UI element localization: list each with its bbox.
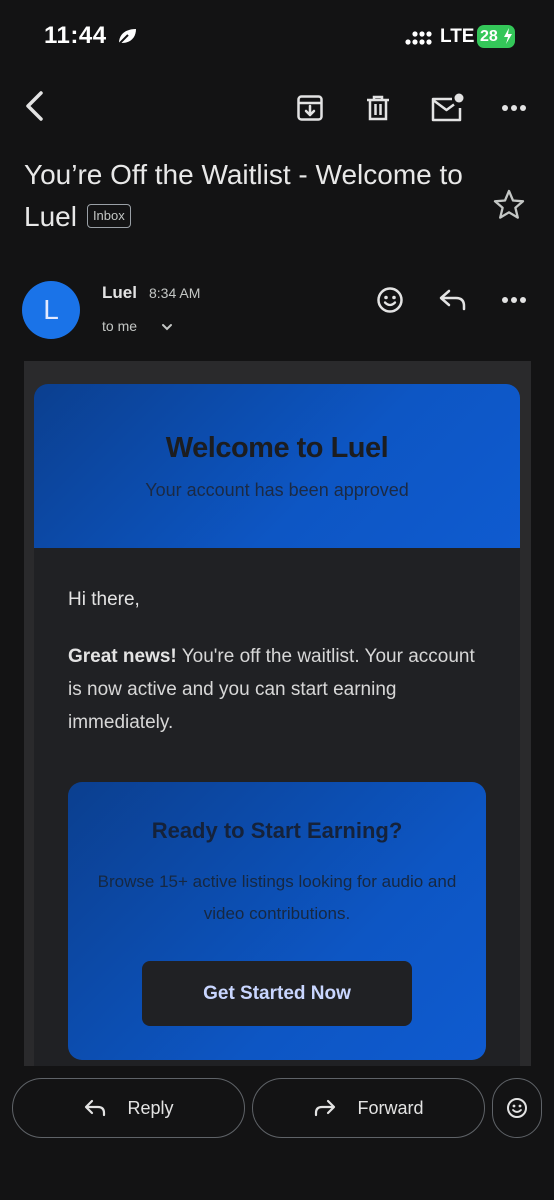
cellular-signal-icon	[405, 31, 432, 45]
back-button[interactable]	[16, 88, 52, 124]
forward-arrow-icon	[315, 1099, 336, 1117]
inbox-label-badge[interactable]: Inbox	[86, 203, 131, 228]
cta-description: Browse 15+ active listings looking for a…	[97, 872, 457, 923]
greeting-text: Hi there,	[68, 589, 140, 610]
message-more-button[interactable]	[494, 280, 534, 320]
back-arrow-icon	[26, 91, 43, 121]
sender-name: Luel	[102, 283, 137, 302]
email-time: 8:34 AM	[149, 285, 201, 301]
more-horizontal-icon	[502, 105, 526, 111]
reply-pill-button[interactable]: Reply	[12, 1078, 245, 1138]
star-icon	[493, 189, 525, 219]
email-hero-banner: Welcome to Luel Your account has been ap…	[34, 384, 520, 548]
smiley-icon	[377, 287, 403, 313]
reply-arrow-icon	[85, 1099, 106, 1117]
leaf-icon	[117, 29, 136, 46]
mark-unread-button[interactable]	[426, 88, 468, 128]
reply-label: Reply	[127, 1097, 174, 1118]
more-options-button[interactable]	[494, 88, 534, 128]
chevron-down-icon[interactable]	[158, 318, 176, 336]
reply-arrow-icon	[439, 289, 466, 311]
battery-indicator: 28	[477, 25, 515, 48]
email-subject: You’re Off the Waitlist - Welcome to Lue…	[24, 154, 474, 238]
cta-panel: Ready to Start Earning? Browse 15+ activ…	[68, 782, 486, 1060]
hero-subtitle: Your account has been approved	[145, 480, 409, 500]
smiley-icon	[507, 1098, 527, 1118]
cta-title: Ready to Start Earning?	[151, 818, 403, 843]
star-button[interactable]	[488, 184, 530, 226]
archive-button[interactable]	[290, 88, 330, 128]
network-type: LTE	[440, 26, 475, 47]
emoji-reaction-button[interactable]	[492, 1078, 542, 1138]
sender-avatar[interactable]: L	[22, 281, 80, 339]
get-started-button[interactable]: Get Started Now	[142, 961, 412, 1026]
hero-title: Welcome to Luel	[165, 432, 389, 464]
status-time: 11:44	[44, 22, 107, 49]
status-bar: 11:44 LTE 28	[0, 0, 554, 72]
battery-level: 28	[480, 28, 498, 45]
charging-bolt-icon	[504, 28, 512, 44]
bottom-action-bar: Reply Forward	[0, 1066, 554, 1200]
add-reaction-button[interactable]	[370, 280, 410, 320]
trash-icon	[367, 95, 389, 121]
body-paragraph: Great news! You're off the waitlist. You…	[68, 640, 488, 739]
delete-button[interactable]	[358, 88, 398, 128]
archive-icon	[297, 95, 323, 121]
body-bold-text: Great news!	[68, 646, 177, 667]
email-content-card: Welcome to Luel Your account has been ap…	[34, 384, 520, 1066]
mail-unread-icon	[431, 93, 464, 122]
recipient-text[interactable]: to me	[102, 318, 137, 334]
email-body: Welcome to Luel Your account has been ap…	[24, 361, 531, 1066]
forward-pill-button[interactable]: Forward	[252, 1078, 485, 1138]
forward-label: Forward	[357, 1097, 424, 1118]
more-horizontal-icon	[502, 297, 526, 303]
reply-button[interactable]	[433, 280, 473, 320]
